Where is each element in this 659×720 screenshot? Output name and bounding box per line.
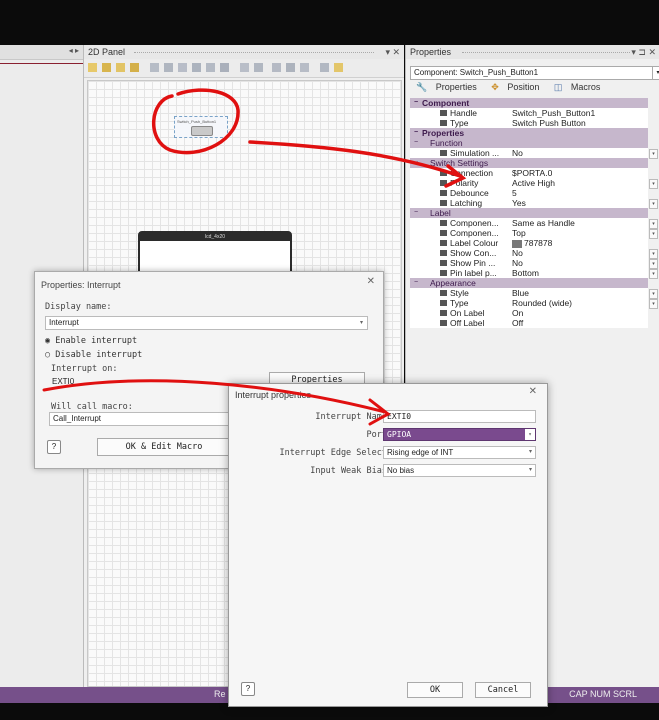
annotation-arrowhead [444, 164, 467, 188]
annotation-underline-exti0 [42, 379, 387, 414]
annotation-arrow-connection [248, 140, 462, 178]
annotation-circle [152, 88, 240, 155]
annotation-overlay [42, 88, 467, 426]
